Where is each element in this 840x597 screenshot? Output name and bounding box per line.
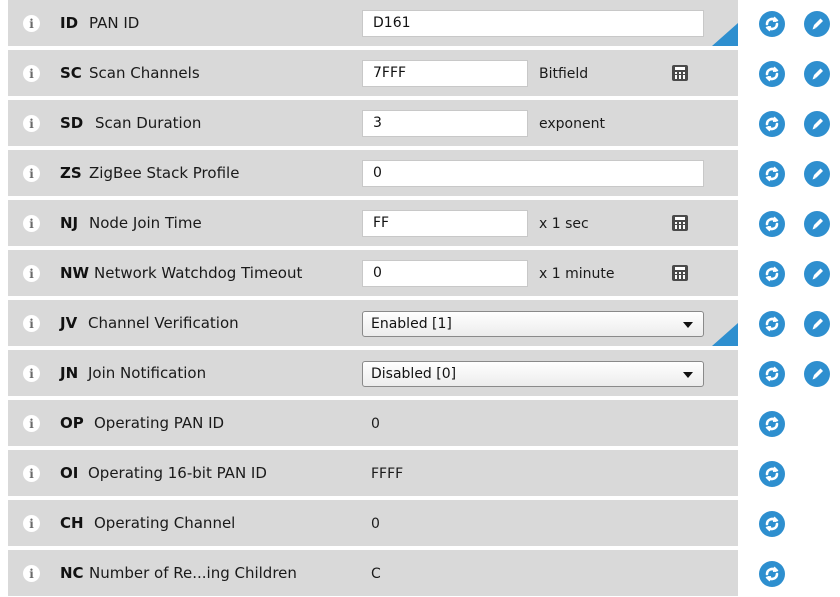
setting-row-jn: i JN Join Notification Disabled [0] bbox=[0, 350, 840, 396]
read-setting-button[interactable] bbox=[759, 261, 785, 287]
setting-value-field[interactable]: D161 bbox=[362, 10, 704, 37]
setting-code: SD bbox=[60, 114, 84, 132]
info-icon[interactable]: i bbox=[23, 65, 40, 82]
setting-readonly-value: C bbox=[371, 566, 381, 582]
setting-label: Network Watchdog Timeout bbox=[94, 264, 303, 282]
setting-label: Scan Duration bbox=[95, 114, 202, 132]
info-icon[interactable]: i bbox=[23, 465, 40, 482]
read-setting-button[interactable] bbox=[759, 11, 785, 37]
info-icon[interactable]: i bbox=[23, 15, 40, 32]
setting-value-field[interactable]: 0 bbox=[362, 160, 704, 187]
read-setting-button[interactable] bbox=[759, 561, 785, 587]
setting-label: Operating 16-bit PAN ID bbox=[88, 464, 267, 482]
chevron-down-icon bbox=[683, 322, 693, 328]
info-icon[interactable]: i bbox=[23, 365, 40, 382]
setting-value-select[interactable]: Enabled [1] bbox=[362, 311, 704, 337]
setting-value-field[interactable]: FF bbox=[362, 210, 528, 237]
setting-code: OP bbox=[60, 414, 84, 432]
setting-label: Join Notification bbox=[88, 364, 207, 382]
setting-code: NW bbox=[60, 264, 90, 282]
calculator-icon[interactable] bbox=[672, 265, 688, 281]
setting-unit: x 1 sec bbox=[539, 216, 589, 232]
setting-row-op: i OP Operating PAN ID 0 bbox=[0, 400, 840, 446]
setting-value-field[interactable]: 3 bbox=[362, 110, 528, 137]
write-setting-button[interactable] bbox=[804, 111, 830, 137]
modified-indicator bbox=[712, 323, 738, 346]
info-icon[interactable]: i bbox=[23, 565, 40, 582]
write-setting-button[interactable] bbox=[804, 61, 830, 87]
setting-row-nw: i NW Network Watchdog Timeout 0 x 1 minute bbox=[0, 250, 840, 296]
setting-label: Operating PAN ID bbox=[94, 414, 225, 432]
setting-code: NJ bbox=[60, 214, 79, 232]
setting-label: PAN ID bbox=[89, 14, 140, 32]
info-icon[interactable]: i bbox=[23, 315, 40, 332]
chevron-down-icon bbox=[683, 372, 693, 378]
setting-label: Node Join Time bbox=[89, 214, 202, 232]
setting-readonly-value: FFFF bbox=[371, 466, 404, 482]
setting-label: Scan Channels bbox=[89, 64, 200, 82]
read-setting-button[interactable] bbox=[759, 411, 785, 437]
setting-code: ZS bbox=[60, 164, 82, 182]
calculator-icon[interactable] bbox=[672, 215, 688, 231]
setting-unit: exponent bbox=[539, 116, 605, 132]
info-icon[interactable]: i bbox=[23, 515, 40, 532]
setting-code: JV bbox=[60, 314, 78, 332]
write-setting-button[interactable] bbox=[804, 161, 830, 187]
setting-code: OI bbox=[60, 464, 79, 482]
read-setting-button[interactable] bbox=[759, 361, 785, 387]
write-setting-button[interactable] bbox=[804, 11, 830, 37]
setting-row-id: i ID PAN ID D161 bbox=[0, 0, 840, 46]
select-selected-value: Enabled [1] bbox=[371, 316, 452, 332]
setting-label: ZigBee Stack Profile bbox=[89, 164, 240, 182]
select-selected-value: Disabled [0] bbox=[371, 366, 457, 382]
read-setting-button[interactable] bbox=[759, 511, 785, 537]
setting-code: JN bbox=[60, 364, 79, 382]
write-setting-button[interactable] bbox=[804, 211, 830, 237]
read-setting-button[interactable] bbox=[759, 311, 785, 337]
info-icon[interactable]: i bbox=[23, 415, 40, 432]
setting-label: Channel Verification bbox=[88, 314, 239, 332]
setting-readonly-value: 0 bbox=[371, 416, 380, 432]
info-icon[interactable]: i bbox=[23, 165, 40, 182]
setting-label: Number of Re...ing Children bbox=[89, 564, 297, 582]
setting-row-jv: i JV Channel Verification Enabled [1] bbox=[0, 300, 840, 346]
info-icon[interactable]: i bbox=[23, 265, 40, 282]
setting-unit: x 1 minute bbox=[539, 266, 615, 282]
setting-code: CH bbox=[60, 514, 84, 532]
setting-code: NC bbox=[60, 564, 84, 582]
setting-value-field[interactable]: 7FFF bbox=[362, 60, 528, 87]
setting-value-select[interactable]: Disabled [0] bbox=[362, 361, 704, 387]
settings-panel: i ID PAN ID D161 i SC Scan Channels 7FFF Bitfiel… bbox=[0, 0, 840, 597]
info-icon[interactable]: i bbox=[23, 215, 40, 232]
calculator-icon[interactable] bbox=[672, 65, 688, 81]
setting-row-zs: i ZS ZigBee Stack Profile 0 bbox=[0, 150, 840, 196]
setting-unit: Bitfield bbox=[539, 66, 589, 82]
read-setting-button[interactable] bbox=[759, 61, 785, 87]
read-setting-button[interactable] bbox=[759, 211, 785, 237]
setting-row-sd: i SD Scan Duration 3 exponent bbox=[0, 100, 840, 146]
modified-indicator bbox=[712, 23, 738, 46]
setting-row-nj: i NJ Node Join Time FF x 1 sec bbox=[0, 200, 840, 246]
setting-code: ID bbox=[60, 14, 79, 32]
read-setting-button[interactable] bbox=[759, 111, 785, 137]
read-setting-button[interactable] bbox=[759, 461, 785, 487]
setting-value-field[interactable]: 0 bbox=[362, 260, 528, 287]
setting-row-ch: i CH Operating Channel 0 bbox=[0, 500, 840, 546]
write-setting-button[interactable] bbox=[804, 311, 830, 337]
read-setting-button[interactable] bbox=[759, 161, 785, 187]
setting-readonly-value: 0 bbox=[371, 516, 380, 532]
info-icon[interactable]: i bbox=[23, 115, 40, 132]
setting-row-sc: i SC Scan Channels 7FFF Bitfield bbox=[0, 50, 840, 96]
write-setting-button[interactable] bbox=[804, 261, 830, 287]
write-setting-button[interactable] bbox=[804, 361, 830, 387]
setting-label: Operating Channel bbox=[94, 514, 236, 532]
setting-code: SC bbox=[60, 64, 82, 82]
setting-row-nc: i NC Number of Re...ing Children C bbox=[0, 550, 840, 596]
setting-row-oi: i OI Operating 16-bit PAN ID FFFF bbox=[0, 450, 840, 496]
